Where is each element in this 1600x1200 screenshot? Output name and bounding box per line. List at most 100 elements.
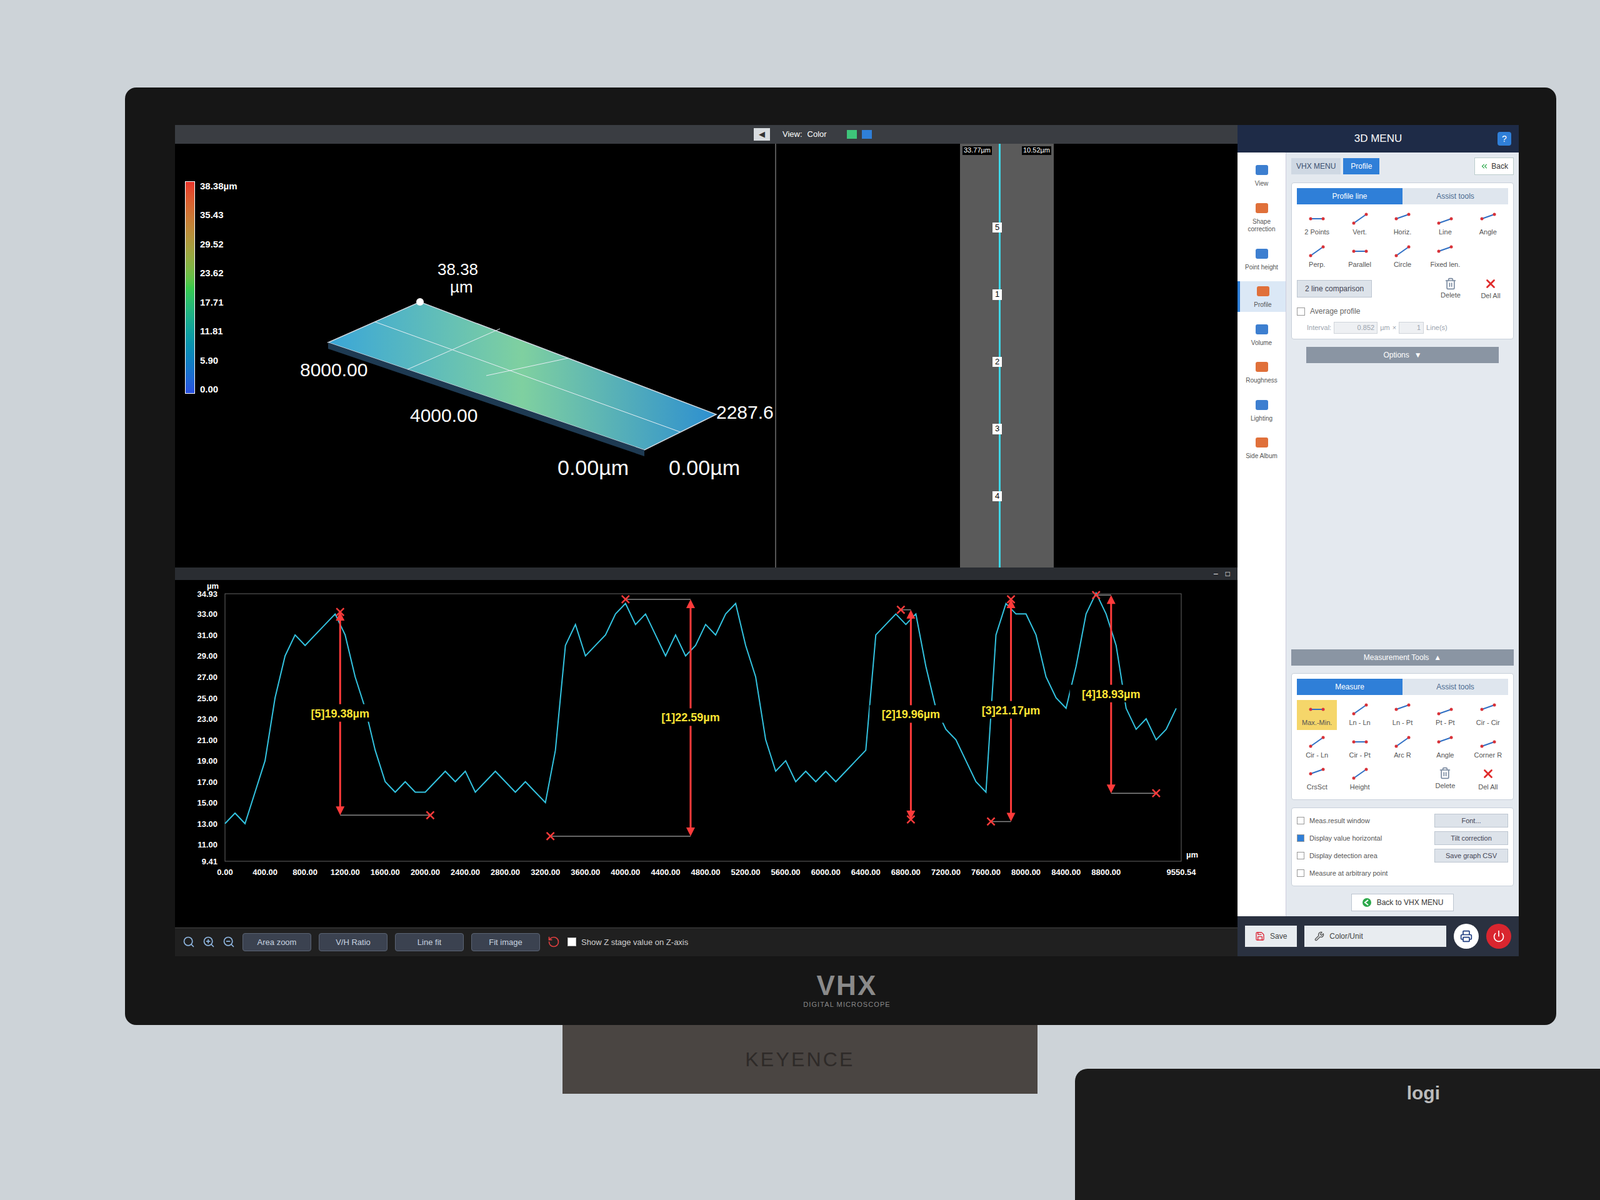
lines-field[interactable]: 1: [1398, 321, 1424, 334]
tool-icon: [1351, 735, 1369, 749]
measure-marker[interactable]: [426, 811, 434, 819]
measure-tool[interactable]: Ln - Pt: [1382, 700, 1423, 730]
zoom-out-icon[interactable]: [222, 935, 235, 949]
measure-tool[interactable]: Ln - Ln: [1339, 700, 1380, 730]
measurement[interactable]: [3]21.17µm: [970, 595, 1053, 826]
measure-tab[interactable]: Assist tools: [1402, 678, 1509, 695]
measurement[interactable]: [1]22.59µm: [546, 595, 732, 840]
comparison-button[interactable]: 2 line comparison: [1296, 280, 1372, 298]
measure-tool[interactable]: Angle: [1425, 732, 1465, 763]
view-mode-icon[interactable]: [861, 130, 872, 139]
profile-tool[interactable]: Fixed len.: [1425, 241, 1465, 272]
profile-action[interactable]: Delete: [1433, 277, 1469, 301]
back-button[interactable]: Back: [1474, 157, 1514, 175]
toolbar-button[interactable]: Fit image: [471, 933, 540, 952]
profile-tool[interactable]: 2 Points: [1296, 209, 1337, 240]
measure-label: [5]19.38µm: [311, 707, 370, 720]
zoom-in-icon[interactable]: [202, 935, 215, 949]
measure-tab[interactable]: Measure: [1296, 678, 1403, 695]
profile-tool[interactable]: Horiz.: [1382, 209, 1423, 240]
measure-marker[interactable]: [906, 815, 915, 824]
color-unit-button[interactable]: Color/Unit: [1304, 925, 1447, 947]
z-stage-checkbox[interactable]: Show Z stage value on Z-axis: [567, 936, 689, 949]
sidebar-item[interactable]: Profile: [1237, 281, 1286, 312]
profile-tab[interactable]: Assist tools: [1402, 188, 1509, 205]
option-checkbox[interactable]: Meas.result window: [1296, 815, 1430, 827]
profile-tool[interactable]: Circle: [1382, 241, 1423, 272]
strip-marker: 5: [992, 222, 1002, 233]
sidebar-icon: [1253, 246, 1271, 262]
collapse-button[interactable]: ◀: [753, 128, 770, 141]
option-button[interactable]: Tilt correction: [1434, 831, 1509, 846]
option-checkbox[interactable]: Display detection area: [1296, 850, 1430, 862]
measure-tool[interactable]: Arc R: [1382, 732, 1423, 763]
profile-tool[interactable]: Perp.: [1296, 241, 1337, 272]
save-button[interactable]: Save: [1245, 925, 1297, 947]
average-checkbox[interactable]: Average profile: [1296, 305, 1509, 317]
profile-tool[interactable]: Vert.: [1339, 209, 1380, 240]
help-button[interactable]: ?: [1497, 131, 1512, 146]
measure-marker[interactable]: [1152, 789, 1160, 797]
reset-icon[interactable]: [547, 935, 560, 949]
sidebar-item[interactable]: Roughness: [1237, 356, 1286, 388]
zoom-icon[interactable]: [182, 935, 195, 949]
sidebar-item[interactable]: Side Album: [1237, 432, 1286, 464]
measure-tool[interactable]: Corner R: [1468, 732, 1509, 763]
sidebar-item[interactable]: Shape correction: [1237, 198, 1286, 237]
view-mode-icon[interactable]: [846, 130, 857, 139]
image-view[interactable]: 33.77µm10.52µm51234: [775, 143, 1238, 568]
view-value[interactable]: Color: [807, 128, 827, 141]
measure-tool[interactable]: Delete: [1425, 764, 1465, 795]
tool-icon: [1480, 211, 1497, 226]
measurement-header[interactable]: Measurement Tools▲: [1291, 649, 1514, 666]
measure-tool[interactable]: Cir - Cir: [1468, 700, 1509, 730]
profile-tab[interactable]: Profile line: [1296, 188, 1403, 205]
3d-view[interactable]: 38.38µm35.4329.5223.6217.7111.815.900.00…: [175, 143, 775, 568]
measure-tool[interactable]: CrsSct: [1296, 764, 1337, 795]
measure-tool[interactable]: Height: [1339, 764, 1380, 795]
sidebar-item[interactable]: View: [1237, 160, 1286, 191]
measurement[interactable]: [5]19.38µm: [298, 608, 434, 819]
profile-action[interactable]: Del All: [1473, 276, 1509, 302]
sidebar-item[interactable]: Volume: [1237, 319, 1286, 350]
profile-tool[interactable]: Parallel: [1339, 241, 1380, 272]
profile-tool[interactable]: Angle: [1468, 209, 1509, 240]
sidebar-item[interactable]: Point height: [1237, 243, 1286, 275]
view-label: View:: [782, 128, 803, 141]
option-button[interactable]: Font...: [1434, 813, 1509, 829]
print-button[interactable]: [1453, 923, 1479, 949]
profile-chart[interactable]: µm34.9333.0031.0029.0027.0025.0023.0021.…: [175, 580, 1238, 893]
measure-marker[interactable]: [896, 606, 905, 614]
measure-tool[interactable]: Cir - Pt: [1339, 732, 1380, 763]
option-checkbox[interactable]: Measure at arbitrary point: [1296, 868, 1509, 879]
tool-icon: [1308, 211, 1325, 226]
measure-tool[interactable]: Del All: [1468, 764, 1509, 795]
interval-field[interactable]: 0.852: [1333, 321, 1378, 334]
measure-marker[interactable]: [546, 832, 555, 840]
measure-tool[interactable]: Max.-Min.: [1296, 700, 1337, 730]
power-button[interactable]: [1486, 923, 1512, 949]
window-button[interactable]: –: [1211, 567, 1221, 580]
color-legend: 38.38µm35.4329.5223.6217.7111.815.900.00: [185, 181, 238, 394]
window-button[interactable]: □: [1223, 567, 1233, 580]
measure-marker[interactable]: [336, 608, 344, 616]
measure-marker[interactable]: [1007, 595, 1015, 604]
tool-icon: [1308, 766, 1325, 781]
toolbar-button[interactable]: Area zoom: [242, 933, 312, 952]
options-bar[interactable]: Options▼: [1306, 346, 1499, 364]
option-button[interactable]: Save graph CSV: [1434, 848, 1509, 864]
option-checkbox[interactable]: Display value horizontal: [1296, 833, 1430, 844]
measure-tool[interactable]: Cir - Ln: [1296, 732, 1337, 763]
profile-tool[interactable]: Line: [1425, 209, 1465, 240]
measure-marker[interactable]: [987, 817, 995, 825]
measure-marker[interactable]: [1092, 591, 1100, 599]
toolbar-button[interactable]: V/H Ratio: [318, 933, 388, 952]
measurement[interactable]: [4]18.93µm: [1070, 591, 1160, 797]
measurement[interactable]: [2]19.96µm: [869, 606, 952, 824]
sidebar-item[interactable]: Lighting: [1237, 395, 1286, 426]
measure-tool[interactable]: Pt - Pt: [1425, 700, 1465, 730]
measure-marker[interactable]: [621, 595, 630, 604]
breadcrumb-item[interactable]: VHX MENU: [1291, 158, 1341, 175]
toolbar-button[interactable]: Line fit: [395, 933, 464, 952]
back-to-menu-button[interactable]: Back to VHX MENU: [1351, 893, 1455, 912]
